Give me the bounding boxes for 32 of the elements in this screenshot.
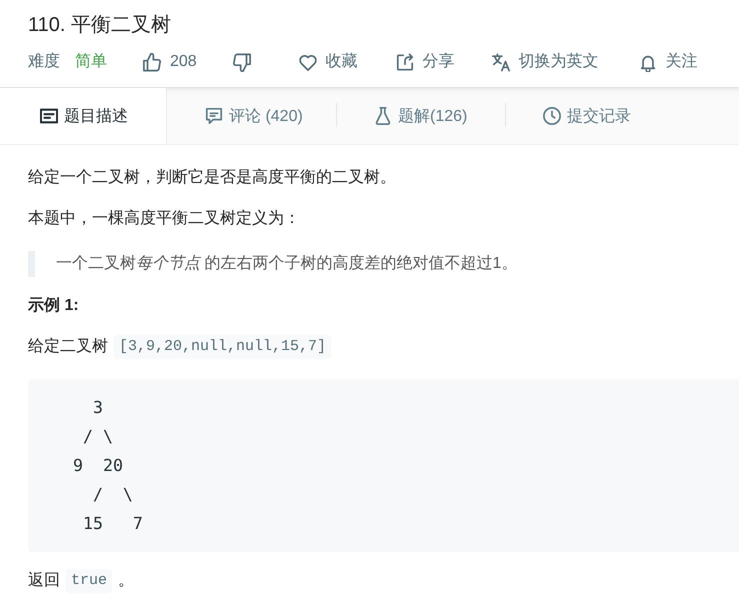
tab[interactable]: 题目描述 [0,88,167,144]
inline-code: [3,9,20,null,null,15,7] [114,335,332,359]
period-text: 。 [118,571,134,591]
thumbs-down-icon [232,52,251,72]
card-icon [40,107,58,125]
follow-button[interactable]: 关注 [638,51,698,73]
difficulty-label: 难度 [28,52,60,72]
paragraph-text: 给定一个二叉树，判断它是否是高度平衡的二叉树。 [28,168,396,188]
flask-icon [374,107,392,125]
tab[interactable]: 提交记录 [505,88,674,144]
like-button[interactable]: 208 [143,51,197,73]
speech-bubble-icon [205,107,223,125]
share-button[interactable]: 分享 [396,51,455,73]
translate-icon [492,52,510,72]
tab[interactable]: 题解(126) [336,88,505,144]
dislike-button[interactable] [232,52,251,72]
share-icon [396,52,414,72]
paragraph-text: 给定二叉树 [28,336,108,357]
example-heading: 示例 1: [28,296,79,316]
tab[interactable]: 评论 (420) [167,88,336,144]
paragraph-text: 本题中，一棵高度平衡二叉树定义为： [28,208,300,229]
favorite-button[interactable]: 收藏 [298,51,358,73]
inline-code: true [66,569,112,593]
clock-icon [543,107,561,125]
thumbs-up-icon [143,52,161,72]
difficulty-text: 简单 [75,52,107,72]
quote-text: 一个二叉树每个节点 的左右两个子树的高度差的绝对值不超过1。 [28,251,518,277]
code-block: 3 / \ 9 20 / \ 15 7 [28,379,739,552]
paragraph-text: 返回 [28,570,60,591]
heart-icon [298,52,317,72]
translate-button[interactable]: 切换为英文 [492,51,599,73]
problem-title: 110. 平衡二叉树 [28,13,171,38]
